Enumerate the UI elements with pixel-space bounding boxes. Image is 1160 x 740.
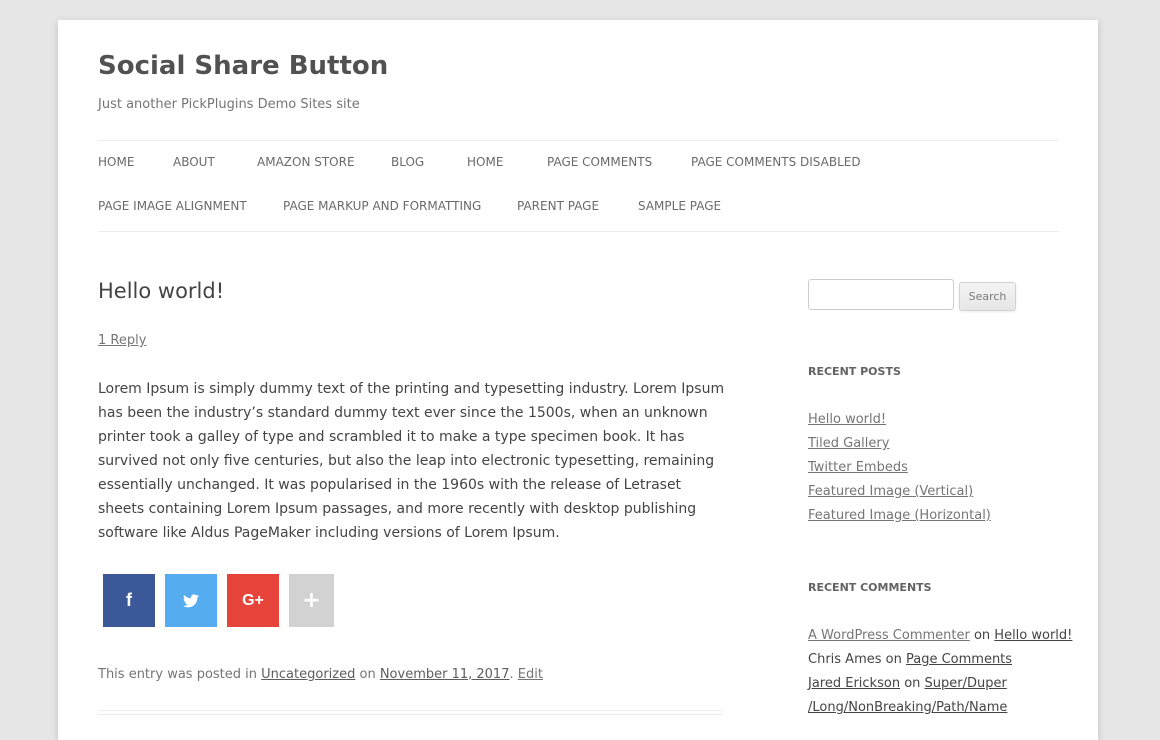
nav-item-page-comments-disabled[interactable]: PAGE COMMENTS DISABLED (691, 155, 861, 169)
recent-comments-title: RECENT COMMENTS (808, 581, 932, 594)
main-navigation: HOME ABOUT AMAZON STORE BLOG HOME PAGE C… (98, 140, 1059, 232)
recent-post-link[interactable]: Tiled Gallery (808, 436, 889, 451)
comment-author: Chris Ames (808, 652, 882, 667)
nav-item-sample-page[interactable]: SAMPLE PAGE (638, 199, 721, 213)
page-container: Social Share Button Just another PickPlu… (58, 20, 1098, 740)
entry-separator (98, 710, 722, 715)
entry-meta: This entry was posted in Uncategorized o… (98, 667, 543, 682)
reply-link[interactable]: 1 Reply (98, 333, 146, 348)
comment-author-link[interactable]: Jared Erickson (808, 676, 900, 691)
more-share-button[interactable]: + (289, 574, 334, 627)
list-item: Featured Image (Horizontal) (808, 504, 991, 528)
post-content: Lorem Ipsum is simply dummy text of the … (98, 381, 725, 541)
comment-post-link[interactable]: Super/Duper (925, 676, 1007, 691)
twitter-icon (183, 593, 199, 607)
comment-author-link[interactable]: A WordPress Commenter (808, 628, 970, 643)
post-title[interactable]: Hello world! (98, 279, 224, 303)
plus-icon: + (302, 588, 321, 613)
comment-post-link-continued[interactable]: /Long/NonBreaking/Path/Name (808, 700, 1007, 715)
recent-posts-list: Hello world! Tiled Gallery Twitter Embed… (808, 408, 991, 528)
recent-post-link[interactable]: Featured Image (Vertical) (808, 484, 973, 499)
comment-on-text: on (969, 628, 995, 643)
facebook-share-button[interactable]: f (103, 574, 155, 627)
recent-post-link[interactable]: Twitter Embeds (808, 460, 908, 475)
comment-on-text: on (881, 652, 906, 667)
list-item: Chris Ames on Page Comments (808, 648, 1072, 672)
recent-posts-title: RECENT POSTS (808, 365, 901, 378)
list-item: Tiled Gallery (808, 432, 991, 456)
list-item: Hello world! (808, 408, 991, 432)
list-item: Featured Image (Vertical) (808, 480, 991, 504)
nav-item-page-markup-and-formatting[interactable]: PAGE MARKUP AND FORMATTING (283, 199, 481, 213)
edit-link[interactable]: Edit (518, 667, 543, 682)
list-item: Jared Erickson on Super/Duper (808, 672, 1072, 696)
recent-comments-list: A WordPress Commenter on Hello world! Ch… (808, 624, 1072, 720)
nav-item-about[interactable]: ABOUT (173, 155, 215, 169)
twitter-share-button[interactable] (165, 574, 217, 627)
recent-post-link[interactable]: Featured Image (Horizontal) (808, 508, 991, 523)
facebook-icon: f (126, 590, 132, 610)
google-plus-share-button[interactable]: G+ (227, 574, 279, 627)
google-plus-icon: G+ (242, 591, 264, 609)
search-input[interactable] (808, 279, 954, 310)
nav-item-page-comments[interactable]: PAGE COMMENTS (547, 155, 652, 169)
nav-item-page-image-alignment[interactable]: PAGE IMAGE ALIGNMENT (98, 199, 247, 213)
nav-item-amazon-store[interactable]: AMAZON STORE (257, 155, 355, 169)
comment-post-link[interactable]: Page Comments (906, 652, 1012, 667)
date-link[interactable]: November 11, 2017 (380, 667, 510, 682)
list-item: Twitter Embeds (808, 456, 991, 480)
category-link[interactable]: Uncategorized (261, 667, 355, 682)
list-item: /Long/NonBreaking/Path/Name (808, 696, 1072, 720)
nav-item-home[interactable]: HOME (98, 155, 134, 169)
meta-on: on (355, 667, 380, 682)
recent-post-link[interactable]: Hello world! (808, 412, 886, 427)
search-button[interactable]: Search (959, 282, 1016, 311)
list-item: A WordPress Commenter on Hello world! (808, 624, 1072, 648)
nav-item-blog[interactable]: BLOG (391, 155, 424, 169)
meta-prefix: This entry was posted in (98, 667, 262, 682)
meta-period: . (509, 667, 518, 682)
site-description: Just another PickPlugins Demo Sites site (98, 97, 360, 112)
nav-item-home-2[interactable]: HOME (467, 155, 503, 169)
comment-post-link[interactable]: Hello world! (994, 628, 1072, 643)
comment-on-text: on (900, 676, 925, 691)
site-title[interactable]: Social Share Button (98, 53, 388, 79)
nav-item-parent-page[interactable]: PARENT PAGE (517, 199, 599, 213)
